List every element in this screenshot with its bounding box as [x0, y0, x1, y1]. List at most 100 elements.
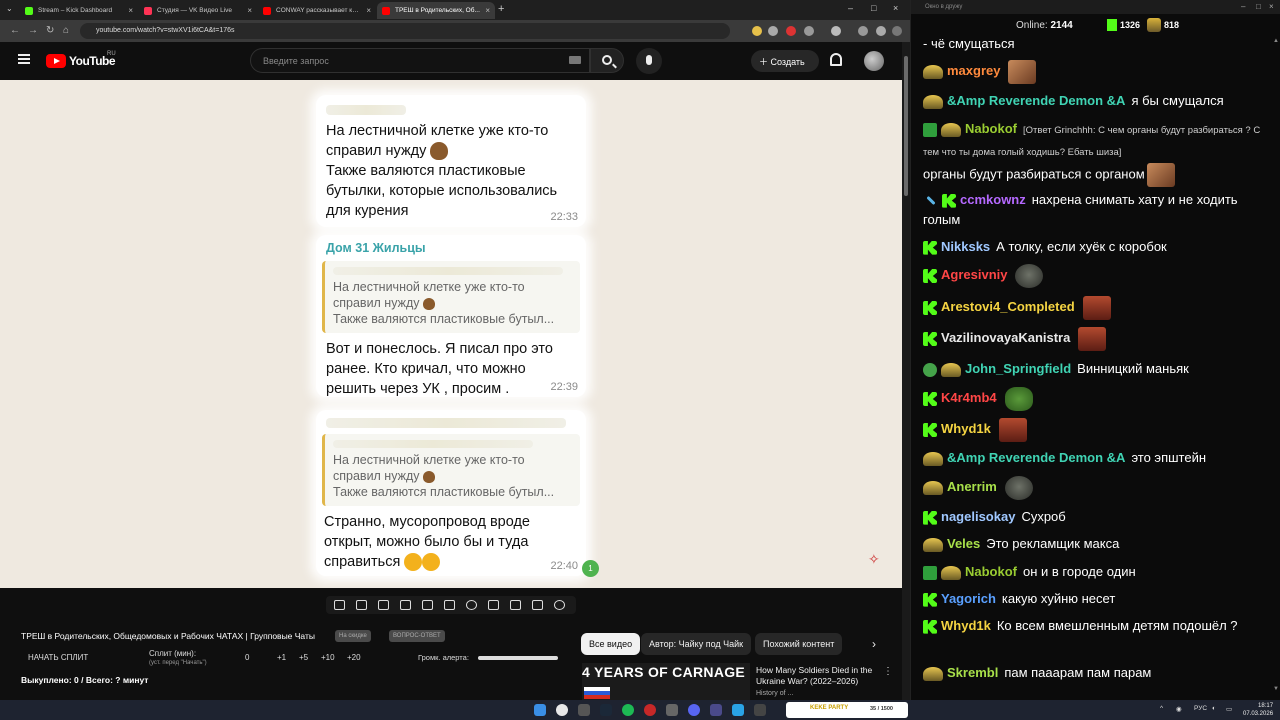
chat-username[interactable]: Whyd1k: [941, 421, 991, 436]
chat-username[interactable]: maxgrey: [947, 63, 1000, 78]
chat-username[interactable]: Nikksks: [941, 239, 990, 254]
keyboard-icon[interactable]: [569, 56, 581, 64]
split-plus-10-button[interactable]: +10: [321, 653, 335, 662]
recommendation-title[interactable]: How Many Soldiers Died in the Ukraine Wa…: [756, 665, 886, 687]
chat-username[interactable]: &Amp Reverende Demon &A: [947, 93, 1125, 108]
forward-icon[interactable]: →: [28, 25, 38, 36]
filter-chip-related[interactable]: Похожий контент: [755, 633, 843, 655]
chat-username[interactable]: nagelisokay: [941, 509, 1015, 524]
chrome-icon[interactable]: [556, 704, 568, 716]
chat-username[interactable]: Nabokof: [965, 564, 1017, 579]
create-button[interactable]: ＋ Создать: [751, 50, 819, 72]
playlist-icon[interactable]: [378, 600, 389, 610]
tab-conway[interactable]: CONWAY рассказывает как п... ×: [258, 2, 376, 19]
scrollbar-thumb[interactable]: [904, 56, 908, 196]
chat-username[interactable]: Yagorich: [941, 591, 996, 606]
pip-icon[interactable]: [422, 600, 433, 610]
search-button[interactable]: [590, 48, 624, 73]
reload-icon[interactable]: ↻: [46, 25, 54, 36]
extension-icon[interactable]: [752, 26, 762, 36]
chat-username[interactable]: ccmkownz: [960, 192, 1026, 207]
spotify-icon[interactable]: [622, 704, 634, 716]
chevron-up-icon[interactable]: ^: [1160, 705, 1163, 712]
gear-icon[interactable]: [554, 600, 565, 610]
menu-icon[interactable]: [892, 26, 902, 36]
extension-icon[interactable]: [768, 26, 778, 36]
chat-username[interactable]: K4r4mb4: [941, 390, 997, 405]
maximize-icon[interactable]: □: [1256, 2, 1261, 11]
avatar[interactable]: [864, 51, 884, 71]
video-tag[interactable]: ВОПРОС-ОТВЕТ: [389, 630, 445, 642]
chat-username[interactable]: John_Springfield: [965, 361, 1071, 376]
maximize-icon[interactable]: □: [871, 3, 876, 13]
split-plus-20-button[interactable]: +20: [347, 653, 361, 662]
language-indicator[interactable]: РУС: [1194, 705, 1207, 712]
close-icon[interactable]: ×: [1269, 2, 1274, 11]
discord-icon[interactable]: [688, 704, 700, 716]
more-options-icon[interactable]: ⋮: [883, 666, 893, 677]
filter-chip-author[interactable]: Автор: Чайку под Чайк: [641, 633, 752, 655]
puzzle-icon[interactable]: [804, 26, 814, 36]
new-tab-icon[interactable]: +: [498, 3, 504, 15]
clapper-icon[interactable]: [400, 600, 411, 610]
close-icon[interactable]: ×: [128, 6, 133, 15]
start-split-button[interactable]: НАЧАТЬ СПЛИТ: [28, 653, 88, 662]
close-icon[interactable]: ×: [485, 6, 490, 15]
voice-search-button[interactable]: [636, 48, 662, 74]
tab-kick-dashboard[interactable]: Stream – Kick Dashboard ×: [20, 2, 138, 19]
app-icon[interactable]: [666, 704, 678, 716]
page-scrollbar[interactable]: [902, 42, 910, 700]
app-icon[interactable]: [754, 704, 766, 716]
download-icon[interactable]: [831, 26, 841, 36]
video-player[interactable]: На лестничной клетке уже кто-то справил …: [0, 80, 902, 588]
profile-icon[interactable]: [876, 26, 886, 36]
loop-icon[interactable]: [334, 600, 345, 610]
close-icon[interactable]: ×: [366, 6, 371, 15]
video-tag[interactable]: На скидке: [335, 630, 371, 642]
minimize-icon[interactable]: –: [848, 3, 853, 13]
split-plus-5-button[interactable]: +5: [299, 653, 308, 662]
chat-username[interactable]: Agresivniy: [941, 267, 1007, 282]
steam-icon[interactable]: [600, 704, 612, 716]
close-icon[interactable]: ×: [247, 6, 252, 15]
close-window-icon[interactable]: ×: [893, 3, 898, 13]
recommendation-channel[interactable]: History of ...: [756, 690, 793, 697]
broadcast-icon[interactable]: [356, 600, 367, 610]
start-icon[interactable]: [534, 704, 546, 716]
cinema-icon[interactable]: [444, 600, 455, 610]
chat-scrollbar[interactable]: ▲ ▼: [1273, 38, 1279, 698]
extension-icon[interactable]: [786, 26, 796, 36]
chat-username[interactable]: Skrembl: [947, 665, 998, 680]
chat-username[interactable]: Nabokof: [965, 121, 1017, 136]
recommendation-thumbnail[interactable]: 4 YEARS OF CARNAGE: [582, 663, 750, 700]
scroll-up-icon[interactable]: ▲: [1273, 38, 1279, 44]
tab-trash-chats[interactable]: ТРЕШ в Родительских, Об... ×: [377, 2, 495, 19]
app-icon[interactable]: [578, 704, 590, 716]
home-icon[interactable]: ⌂: [63, 25, 69, 36]
battery-icon[interactable]: ▭: [1226, 705, 1232, 713]
chevron-right-icon[interactable]: ›: [872, 637, 876, 651]
split-plus-1-button[interactable]: +1: [277, 653, 286, 662]
chat-username[interactable]: VazilinovayaKanistra: [941, 330, 1070, 345]
app-icon[interactable]: [710, 704, 722, 716]
chat-username[interactable]: Arestovi4_Completed: [941, 299, 1075, 314]
volume-icon[interactable]: ◐: [1212, 705, 1216, 712]
obs-icon[interactable]: [644, 704, 656, 716]
speed-icon[interactable]: [466, 600, 477, 610]
extension-icon[interactable]: [858, 26, 868, 36]
media-widget[interactable]: KEKE PARTY 35 / 1500: [786, 702, 908, 718]
search-input[interactable]: Введите запрос: [250, 48, 590, 73]
chat-username[interactable]: Veles: [947, 536, 980, 551]
split-value[interactable]: 0: [245, 653, 249, 662]
telegram-icon[interactable]: [732, 704, 744, 716]
flask-icon[interactable]: [532, 600, 543, 610]
chat-username[interactable]: Whyd1k: [941, 618, 991, 633]
alert-volume-slider[interactable]: [478, 656, 558, 660]
url-input[interactable]: youtube.com/watch?v=stwXV1i6tCA&t=176s: [80, 23, 730, 39]
tab-vk-studio[interactable]: Студия — VK Видео Live ×: [139, 2, 257, 19]
camera-icon[interactable]: [510, 600, 521, 610]
notifications-icon[interactable]: [830, 53, 842, 66]
add-icon[interactable]: [488, 600, 499, 610]
network-icon[interactable]: ◉: [1176, 705, 1182, 713]
minimize-icon[interactable]: –: [1241, 2, 1245, 11]
